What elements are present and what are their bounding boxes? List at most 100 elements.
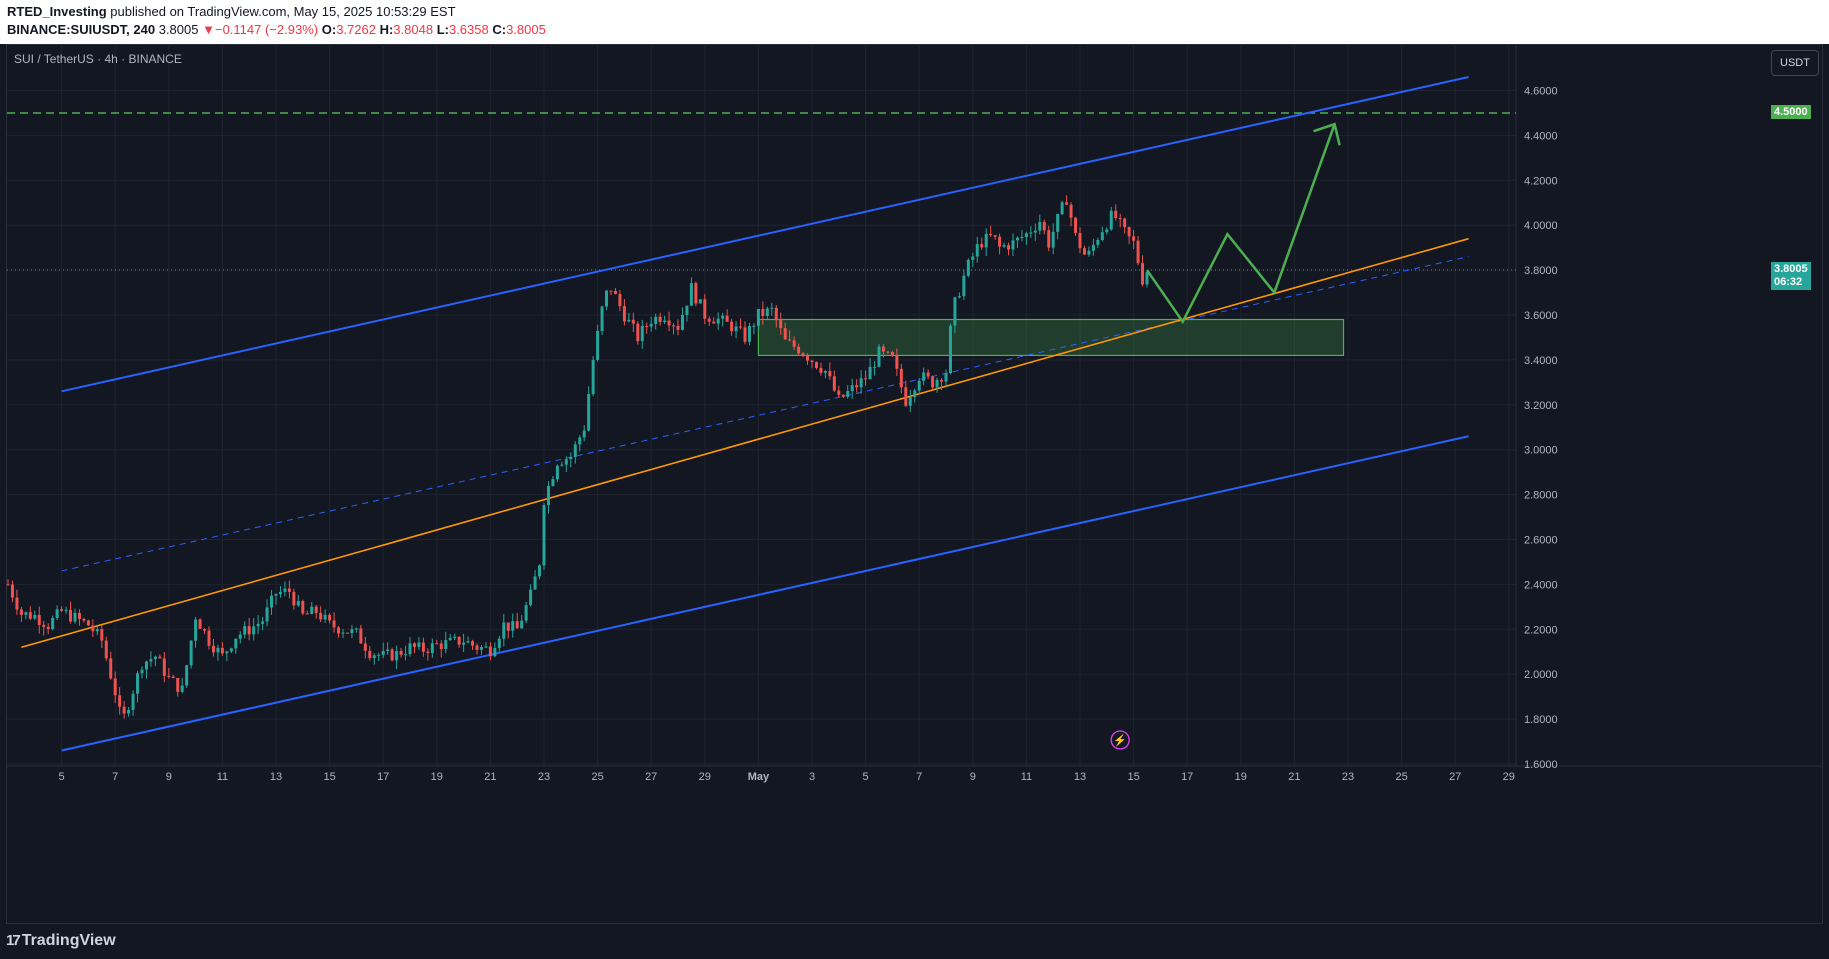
- time-axis-label: 19: [1235, 771, 1247, 783]
- price-axis-label: 2.8000: [1524, 490, 1558, 502]
- candle-body: [828, 370, 832, 377]
- candle-body: [899, 368, 903, 388]
- candle-body: [243, 626, 247, 635]
- candle-body: [511, 621, 515, 631]
- candle-body: [779, 320, 783, 329]
- price-axis-label: 2.0000: [1524, 669, 1558, 681]
- candle-body: [310, 606, 314, 614]
- candle-body: [765, 308, 769, 316]
- candle-body: [1038, 222, 1042, 231]
- candle-body: [980, 244, 984, 248]
- candle-body: [1047, 230, 1051, 248]
- candle-body: [1024, 233, 1028, 238]
- candle-body: [28, 612, 32, 619]
- candle-body: [497, 638, 501, 648]
- candle-body: [19, 609, 23, 615]
- time-axis-label: 25: [591, 771, 603, 783]
- time-axis-label: 9: [970, 771, 976, 783]
- close-label: C:: [492, 22, 507, 37]
- candle-body: [1020, 237, 1024, 239]
- open-value: 3.7262: [336, 22, 376, 37]
- tradingview-logo[interactable]: 17 TradingView: [6, 932, 116, 950]
- candle-body: [73, 612, 77, 622]
- currency-button[interactable]: USDT: [1771, 50, 1819, 76]
- candle-body: [439, 643, 443, 650]
- time-axis-label: 23: [1342, 771, 1354, 783]
- candle-body: [1002, 245, 1006, 247]
- candle-body: [386, 649, 390, 652]
- candle-body: [712, 321, 716, 324]
- quote-line: BINANCE:SUIUSDT, 240 3.8005 ▼−0.1147 (−2…: [7, 22, 546, 37]
- candle-body: [582, 430, 586, 438]
- candle-body: [707, 318, 711, 322]
- candle-body: [689, 283, 693, 306]
- candle-body: [216, 647, 220, 653]
- candle-body: [86, 620, 90, 626]
- publisher-name[interactable]: RTED_Investing: [7, 4, 107, 19]
- candle-body: [296, 600, 300, 606]
- candle-body: [363, 643, 367, 651]
- candle-body: [873, 366, 877, 368]
- candle-body: [694, 283, 698, 304]
- symbol-full: BINANCE:SUIUSDT, 240: [7, 22, 156, 37]
- time-axis-label: 27: [645, 771, 657, 783]
- candle-body: [792, 340, 796, 347]
- candle-body: [176, 677, 180, 692]
- candle-body: [395, 650, 399, 661]
- price-axis-label: 3.6000: [1524, 310, 1558, 322]
- time-axis-label: 23: [538, 771, 550, 783]
- candle-body: [739, 326, 743, 328]
- candle-body: [922, 372, 926, 381]
- price-axis-label: 3.0000: [1524, 445, 1558, 457]
- candle-body: [404, 654, 408, 656]
- candle-body: [756, 308, 760, 326]
- candle-body: [100, 629, 104, 641]
- candle-body: [91, 625, 95, 632]
- price-axis-label: 1.8000: [1524, 714, 1558, 726]
- publish-line: RTED_Investing published on TradingView.…: [7, 4, 456, 19]
- candle-body: [1051, 231, 1055, 248]
- candle-body: [287, 588, 291, 592]
- candle-body: [538, 565, 542, 577]
- candle-body: [761, 308, 765, 316]
- chart-symbol-title: SUI / TetherUS · 4h · BINANCE: [14, 52, 182, 66]
- event-lightning-glyph: ⚡: [1113, 734, 1127, 747]
- candle-body: [618, 294, 622, 307]
- candle-body: [345, 632, 349, 634]
- candle-body: [515, 621, 519, 629]
- candle-body: [578, 437, 582, 445]
- candle-body: [774, 307, 778, 321]
- candle-body: [354, 628, 358, 630]
- candle-body: [203, 628, 207, 631]
- candle-body: [95, 629, 99, 632]
- candle-body: [466, 641, 470, 643]
- candle-body: [971, 256, 975, 260]
- candle-body: [82, 618, 86, 621]
- footer-bar: [0, 924, 1829, 959]
- candle-body: [680, 314, 684, 330]
- candle-body: [645, 325, 649, 327]
- time-axis-label: 11: [1021, 771, 1032, 783]
- tradingview-logo-text: TradingView: [21, 932, 116, 949]
- candle-body: [506, 622, 510, 631]
- candle-body: [189, 640, 193, 666]
- price-chart[interactable]: 1.6000 1.8000 2.0000 2.2000 2.4000 2.6000 2.80…: [0, 44, 1829, 924]
- support-trend-line: [21, 237, 1469, 649]
- candle-body: [46, 626, 50, 629]
- candle-body: [864, 378, 868, 380]
- candle-body: [238, 634, 242, 639]
- candle-body: [229, 648, 233, 652]
- candle-body: [33, 615, 37, 619]
- candle-body: [359, 628, 363, 644]
- candle-body: [332, 620, 336, 628]
- candle-body: [502, 622, 506, 639]
- candle-body: [743, 327, 747, 342]
- time-axis-label: 15: [1127, 771, 1139, 783]
- candle-body: [560, 464, 564, 466]
- price-axis-label: 3.4000: [1524, 355, 1558, 367]
- last-price-tag: 3.8005 06:32: [1771, 261, 1811, 290]
- low-value: 3.6358: [448, 22, 489, 37]
- candle-body: [587, 394, 591, 431]
- candle-body: [734, 326, 738, 332]
- candle-body: [484, 646, 488, 648]
